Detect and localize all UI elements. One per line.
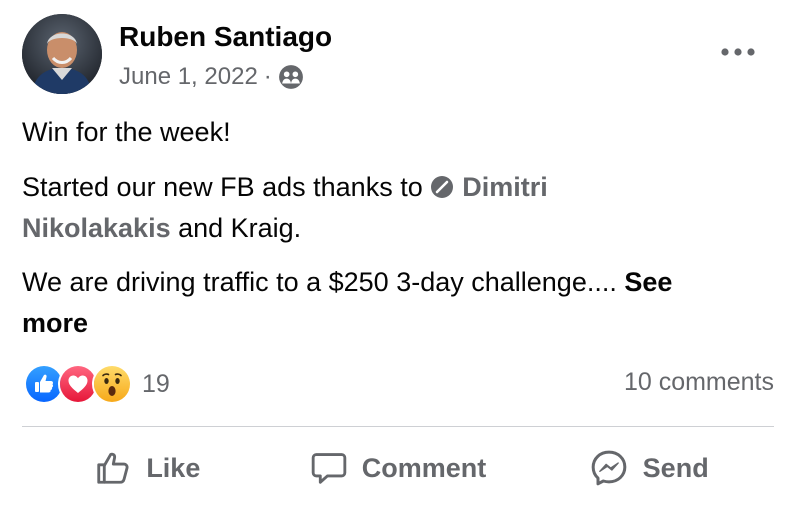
friends-icon — [278, 64, 304, 90]
post-paragraph-1: Win for the week! — [22, 117, 231, 147]
action-bar: Like Comment Send — [22, 440, 774, 496]
see-more-link[interactable]: See — [624, 267, 672, 297]
wow-reaction-icon — [92, 364, 132, 404]
mention-last-name[interactable]: Nikolakakis — [22, 213, 171, 243]
post-paragraph-2-prefix: Started our new FB ads thanks to — [22, 172, 431, 202]
post-meta: June 1, 2022 · — [119, 62, 304, 92]
see-more-link-continued[interactable]: more — [22, 308, 88, 338]
mention-dimitri[interactable]: Dimitri — [430, 172, 548, 202]
author-name[interactable]: Ruben Santiago — [119, 20, 332, 54]
comments-count-link[interactable]: 10 comments — [624, 368, 774, 397]
reaction-count: 19 — [142, 369, 170, 398]
send-button[interactable]: Send — [523, 440, 774, 496]
mention-first-name[interactable]: Dimitri — [462, 172, 548, 202]
post-paragraph-2-suffix: and Kraig. — [170, 213, 302, 243]
comment-icon — [311, 453, 347, 484]
reactions-summary[interactable]: 19 — [24, 364, 170, 404]
messenger-icon — [591, 450, 627, 486]
post-text-line-3: We are driving traffic to a $250 3-day c… — [22, 262, 778, 344]
like-label: Like — [146, 452, 201, 483]
ellipsis-icon — [721, 48, 755, 56]
post-text-line-1: Win for the week! — [22, 112, 778, 153]
post-text-line-2: Started our new FB ads thanks to Dimitri… — [22, 167, 778, 249]
meta-separator: · — [263, 63, 272, 90]
comment-button[interactable]: Comment — [273, 440, 524, 496]
more-options-button[interactable] — [718, 38, 758, 66]
verified-badge-icon — [431, 176, 454, 198]
send-label: Send — [642, 452, 709, 483]
actions-divider — [22, 426, 774, 427]
thumbs-up-icon — [97, 452, 129, 484]
post-paragraph-3: We are driving traffic to a $250 3-day c… — [22, 267, 625, 297]
comment-label: Comment — [361, 452, 487, 483]
post-date[interactable]: June 1, 2022 — [119, 62, 258, 92]
like-button[interactable]: Like — [22, 440, 273, 496]
author-avatar[interactable] — [22, 14, 102, 94]
